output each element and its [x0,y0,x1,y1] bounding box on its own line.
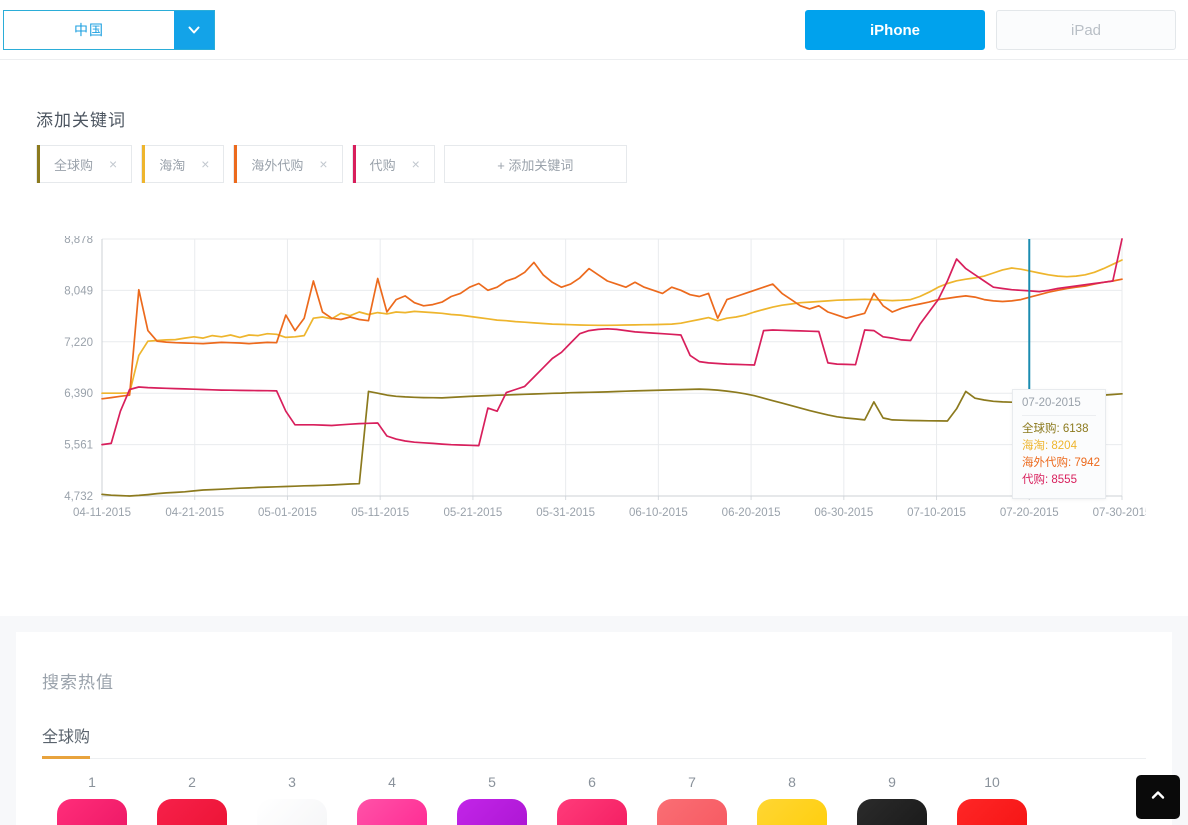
tab-quanqiugou[interactable]: 全球购 [42,723,91,759]
svg-text:4,732: 4,732 [64,491,93,503]
chevron-down-icon[interactable] [174,11,214,49]
section-title: 搜索热值 [42,673,114,692]
app-rank-cell[interactable]: 2Q [142,774,242,825]
app-rank-cell[interactable]: 9N [842,774,942,825]
keyword-tag-label: 全球购 [54,157,94,173]
close-icon[interactable]: × [201,157,209,171]
app-rank-number: 6 [588,774,596,790]
app-rank-cell[interactable]: 4蜜 [342,774,442,825]
app-rank-number: 5 [488,774,496,790]
svg-text:04-11-2015: 04-11-2015 [73,507,131,519]
tooltip-date: 07-20-2015 [1022,397,1096,416]
page-title: 添加关键词 [36,111,126,130]
app-rank-cell[interactable]: 6美 [542,774,642,825]
country-select[interactable]: 中国 [3,10,215,50]
keyword-color-swatch [234,145,238,183]
tab-ipad[interactable]: iPad [996,10,1176,50]
svg-text:5,561: 5,561 [64,440,93,452]
svg-text:06-30-2015: 06-30-2015 [814,507,873,519]
svg-text:07-10-2015: 07-10-2015 [907,507,966,519]
app-rank-number: 2 [188,774,196,790]
app-rank-number: 1 [88,774,96,790]
app-rank-cell[interactable]: 1特 [42,774,142,825]
close-icon[interactable]: × [109,157,117,171]
app-rank-number: 3 [288,774,296,790]
keyword-tag[interactable]: 海外代购 × [233,145,343,183]
app-icon[interactable]: ✈ [757,799,827,825]
app-icon[interactable]: 京 [957,799,1027,825]
keyword-color-swatch [37,145,40,183]
keyword-tag[interactable]: 全球购 × [36,145,133,183]
app-icon[interactable]: 美 [557,799,627,825]
keyword-tag-list: 全球购 × 海淘 × 海外代购 × 代购 × + 添加关键词 [36,145,627,183]
search-heat-section: 搜索热值 全球购 1特2Q3洋4蜜5购6美7⌣8✈9N10京 [0,616,1188,825]
trend-chart-svg: 8,878 8,049 7,220 6,390 5,561 4,732 04-11-2015… [64,236,1146,519]
app-rank-cell[interactable]: 7⌣ [642,774,742,825]
svg-text:07-20-2015: 07-20-2015 [1000,507,1059,519]
app-icon[interactable]: ⌣ [657,799,727,825]
keyword-tab-bar: 全球购 [42,723,1146,759]
tooltip-series-row: 海外代购: 7942 [1022,455,1100,472]
app-rank-number: 9 [888,774,896,790]
app-rank-cell[interactable]: 5购 [442,774,542,825]
tooltip-series-text: 代购: 8555 [1022,474,1077,486]
app-rank-cell[interactable]: 8✈ [742,774,842,825]
app-rank-cell[interactable]: 3洋 [242,774,342,825]
app-rank-number: 10 [984,774,1000,790]
tooltip-series-text: 海淘: 8204 [1022,440,1077,452]
trend-chart[interactable]: 8,878 8,049 7,220 6,390 5,561 4,732 04-11-2015… [36,236,1146,526]
keyword-tag-label: 代购 [369,157,396,173]
keyword-tag[interactable]: 代购 × [351,145,435,183]
scroll-to-top-button[interactable] [1136,775,1180,819]
svg-text:04-21-2015: 04-21-2015 [165,507,224,519]
top-toolbar: 中国 iPhone iPad [0,0,1188,60]
tooltip-series-row: 海淘: 8204 [1022,438,1096,455]
svg-text:05-11-2015: 05-11-2015 [351,507,409,519]
app-rank-number: 7 [688,774,696,790]
keyword-color-swatch [142,145,146,183]
add-keyword-button[interactable]: + 添加关键词 [443,145,627,183]
app-icon[interactable]: 购 [457,799,527,825]
svg-text:05-31-2015: 05-31-2015 [536,507,595,519]
app-icon[interactable]: Q [157,799,227,825]
keyword-tag[interactable]: 海淘 × [141,145,225,183]
svg-text:06-10-2015: 06-10-2015 [629,507,688,519]
keyword-color-swatch [352,145,356,183]
svg-text:8,878: 8,878 [64,236,93,246]
app-rank-grid: 1特2Q3洋4蜜5购6美7⌣8✈9N10京 [42,774,1146,825]
tooltip-series-row: 代购: 8555 [1022,472,1096,489]
svg-text:06-20-2015: 06-20-2015 [722,507,781,519]
keyword-trend-card: 添加关键词 全球购 × 海淘 × 海外代购 × 代购 × + 添加关键词 8,8… [16,76,1172,664]
country-select-value: 中国 [74,22,104,38]
svg-text:6,390: 6,390 [64,388,93,400]
app-rank-number: 8 [788,774,796,790]
search-heat-card: 搜索热值 全球购 1特2Q3洋4蜜5购6美7⌣8✈9N10京 [16,632,1172,825]
app-icon[interactable]: N [857,799,927,825]
tooltip-series-text: 全球购: 6138 [1022,423,1089,435]
app-icon[interactable]: 特 [57,799,127,825]
chart-tooltip: 07-20-2015 全球购: 6138 海淘: 8204 海外代购: 7942… [1012,389,1106,499]
app-icon[interactable]: 洋 [257,799,327,825]
app-rank-number: 4 [388,774,396,790]
svg-text:8,049: 8,049 [64,285,93,297]
svg-text:05-01-2015: 05-01-2015 [258,507,317,519]
tooltip-series-row: 全球购: 6138 [1022,421,1096,438]
svg-text:7,220: 7,220 [64,337,93,349]
svg-text:05-21-2015: 05-21-2015 [443,507,502,519]
chevron-up-icon [1148,785,1168,810]
tooltip-series-text: 海外代购: 7942 [1022,457,1100,469]
tab-iphone[interactable]: iPhone [805,10,985,50]
svg-text:07-30-2015: 07-30-2015 [1093,507,1146,519]
app-root: 中国 iPhone iPad 添加关键词 全球购 × 海淘 × 海外代购 × 代… [0,0,1188,825]
keyword-tag-label: 海外代购 [251,157,304,173]
close-icon[interactable]: × [319,157,327,171]
keyword-tag-label: 海淘 [159,157,186,173]
app-icon[interactable]: 蜜 [357,799,427,825]
device-type-tabs: iPhone iPad [805,10,1176,50]
app-rank-cell[interactable]: 10 京 [942,774,1042,825]
close-icon[interactable]: × [412,157,420,171]
